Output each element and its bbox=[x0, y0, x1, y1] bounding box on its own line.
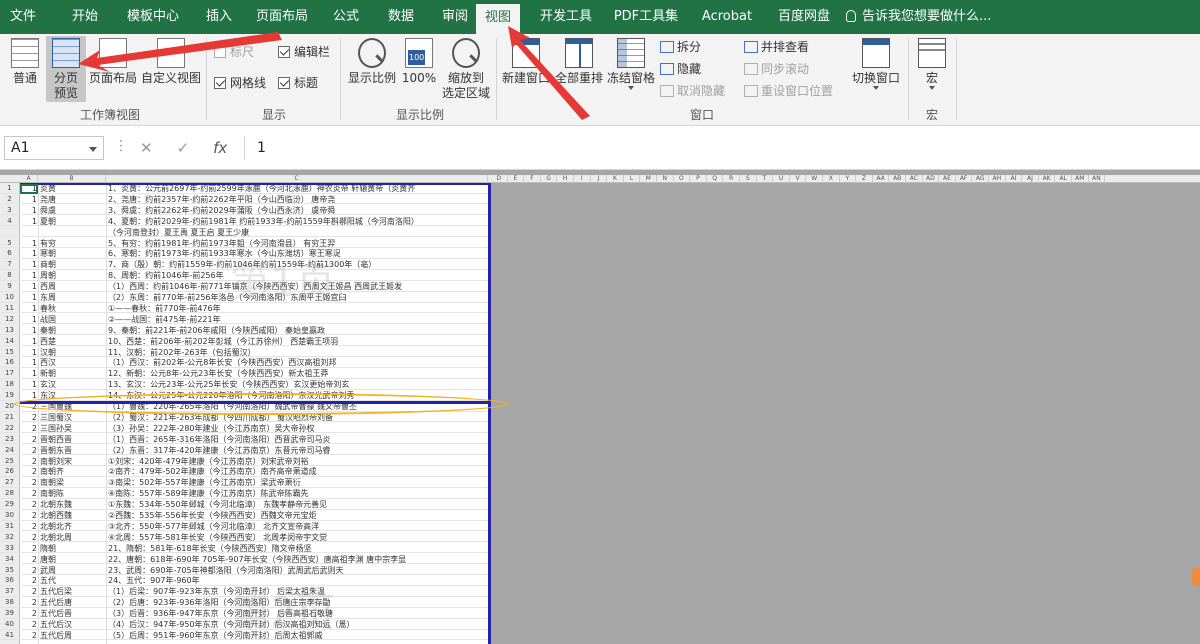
side-float-button[interactable] bbox=[1192, 568, 1200, 586]
arrow-to-view-tab bbox=[508, 26, 590, 120]
arrow-to-page-break-preview bbox=[78, 32, 282, 72]
annotation-arrows bbox=[78, 26, 590, 120]
